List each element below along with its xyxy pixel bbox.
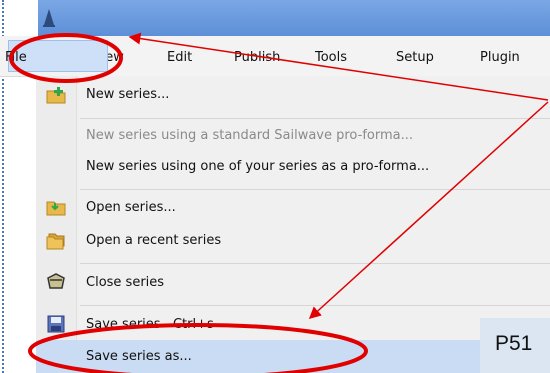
page-number-label: P51 [480,318,550,373]
menu-file-label: File [5,50,27,65]
close-series-icon [47,273,65,289]
menu-item-new-series[interactable]: New series... [86,87,169,102]
menu-item-open-series[interactable]: Open series... [86,200,176,215]
menu-edit[interactable]: Edit [167,50,192,65]
menu-item-new-series-standard-proforma: New series using a standard Sailwave pro… [86,128,413,143]
menu-item-new-series-own-proforma[interactable]: New series using one of your series as a… [86,159,429,174]
menu-separator [80,263,550,264]
new-series-icon [46,87,66,104]
menu-plugin[interactable]: Plugin [480,50,520,65]
menu-item-close-series[interactable]: Close series [86,275,164,290]
menu-item-open-recent-series[interactable]: Open a recent series [86,233,221,248]
save-disk-icon [47,315,65,333]
open-folder-icon [46,201,66,216]
menu-separator [80,118,550,119]
recent-folder-icon [46,233,65,250]
menu-publish[interactable]: Publish [234,50,280,65]
save-shortcut: Ctrl+s [172,317,214,332]
sailwave-app-icon[interactable] [42,8,56,28]
menu-file[interactable]: File [5,40,108,72]
menu-setup[interactable]: Setup [396,50,434,65]
menu-tools[interactable]: Tools [315,50,347,65]
page-number-text: P51 [495,332,533,355]
menu-item-save-series-label: Save series [86,317,161,332]
menu-item-save-series-as[interactable]: Save series as... [86,349,192,364]
menu-separator [80,189,550,190]
menu-separator [80,305,550,306]
menu-item-save-series[interactable]: Save series Ctrl+s [86,317,214,332]
window-titlebar [38,0,550,36]
